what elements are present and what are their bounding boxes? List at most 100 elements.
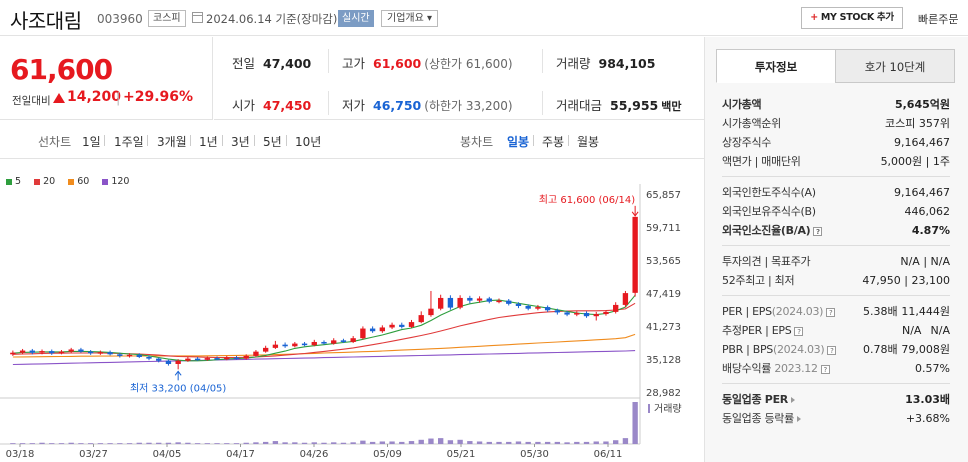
volume-bar [486,441,492,444]
period-5y[interactable]: 5년 [263,133,282,150]
chart-period-bar: 선차트 1일 1주일 3개월 1년 3년 5년 10년 봉차트 일봉 주봉 월봉 [0,121,704,159]
volume-bar [262,441,269,444]
tab-investment-info[interactable]: 투자정보 [716,49,836,83]
row-foreign-ratio: 외국인소진율(B/A)? 4.87% [722,224,950,237]
y-tick-label: 65,857 [646,190,681,201]
candle-body [39,351,45,353]
row-pbr: PBR | BPS(2024.03)? 0.78배 79,008원 [722,343,950,356]
volume-bar [272,441,279,444]
candle-body [10,352,16,355]
x-tick-label: 05/09 [373,449,402,460]
help-icon[interactable]: ? [827,345,837,355]
volume-bar [311,442,317,444]
volume-bar [301,442,308,444]
stat-amount-value: 55,955 [610,98,659,113]
volume-bar [19,443,26,444]
x-tick-label: 05/21 [447,449,476,460]
volume-bar [496,441,502,444]
company-overview-button[interactable]: 기업개요 ▾ [381,10,438,27]
help-icon[interactable]: ? [826,307,836,317]
volume-bar [29,443,35,444]
stat-low-label: 저가 [342,98,366,113]
candle-body [583,312,590,317]
candle-chart-svg[interactable]: 65,857 59,711 53,565 47,419 41,273 35,128 28,9… [0,170,704,462]
candle-body [554,310,561,313]
candle-body [340,340,347,342]
mystock-add-button[interactable]: + MY STOCK 추가 [801,7,903,29]
row-foreign-limit: 외국인한도주식수(A) 9,164,467 [722,186,950,199]
period-10y[interactable]: 10년 [295,133,321,150]
stat-open: 시가 47,450 [232,95,311,114]
stat-high-label: 고가 [342,56,366,71]
candle-body [272,344,279,348]
volume-bar [408,441,415,444]
candle-body [156,358,162,361]
stat-high-value: 61,600 [373,56,422,71]
stock-header: 사조대림 003960 코스피 2024.06.14 기준(장마감) 실시간 기… [0,0,968,36]
tab-orderbook-10[interactable]: 호가 10단계 [835,49,955,83]
period-3m[interactable]: 3개월 [157,133,187,150]
candle-body [506,300,512,304]
candle-body [476,298,483,301]
x-tick-label: 03/18 [6,449,35,460]
volume-bar [622,438,629,444]
row-market-cap: 시가총액 5,645억원 [722,98,950,111]
investment-info-panel: 투자정보 호가 10단계 시가총액 5,645억원 시가총액순위 코스피 357위 … [704,37,968,462]
candle-monthly[interactable]: 월봉 [577,133,599,150]
candle-body [447,297,454,308]
row-per: PER | EPS(2024.03)? 5.38배 11,444원 [722,305,950,318]
volume-bar [78,443,84,444]
volume-bar [506,441,512,444]
period-1w[interactable]: 1주일 [114,133,144,150]
candle-body [87,351,94,354]
volume-bar [214,443,220,444]
volume-bar [389,441,395,444]
volume-bar [632,402,638,444]
period-3y[interactable]: 3년 [231,133,250,150]
candle-body [311,341,317,346]
volume-bar [418,439,424,444]
volume-bar [117,443,123,444]
candle-body [613,304,619,312]
candle-body [331,340,337,344]
candle-chart-label: 봉차트 [460,135,494,149]
volume-bar [146,442,152,444]
volume-bar [603,441,609,444]
help-icon[interactable]: ? [820,364,830,374]
line-chart-label: 선차트 [38,135,72,149]
candle-body [292,343,298,347]
candle-body [97,352,104,354]
help-icon[interactable]: ? [813,226,823,236]
volume-bar [457,439,463,444]
y-tick-label: 28,982 [646,388,681,399]
quick-order-button[interactable]: 빠른주문 [918,11,958,27]
candle-body [165,360,172,364]
volume-bar [204,443,210,444]
stat-low-value: 46,750 [373,98,422,113]
stat-open-value: 47,450 [263,98,312,113]
candle-body [544,307,551,311]
stat-volume-label: 거래량 [556,56,591,71]
help-icon[interactable]: ? [794,326,804,336]
volume-bar [107,443,113,444]
change-separator: | [116,91,121,106]
volume-bar [292,442,298,444]
volume-bar [185,442,191,444]
volume-bar [535,441,541,444]
period-1y[interactable]: 1년 [199,133,218,150]
candle-daily[interactable]: 일봉 [507,133,529,150]
calendar-icon [192,12,203,23]
candle-body [194,358,201,361]
candle-weekly[interactable]: 주봉 [542,133,564,150]
stock-chart[interactable]: 5 20 60 120 65,857 59,711 53,565 47,419 41,2… [0,170,704,462]
candle-body [438,297,444,309]
price-stats: 전일 47,400 고가 61,600 (상한가 61,600) 거래량 984,105… [214,37,704,120]
period-1d[interactable]: 1일 [82,133,101,150]
candle-body [301,343,308,346]
volume-bar [233,443,240,444]
volume-bar [544,441,551,444]
low-annotation: 최저 33,200 (04/05) [130,382,226,394]
realtime-button[interactable]: 실시간 [338,10,374,27]
candle-body [632,216,638,293]
candle-body [19,350,26,353]
